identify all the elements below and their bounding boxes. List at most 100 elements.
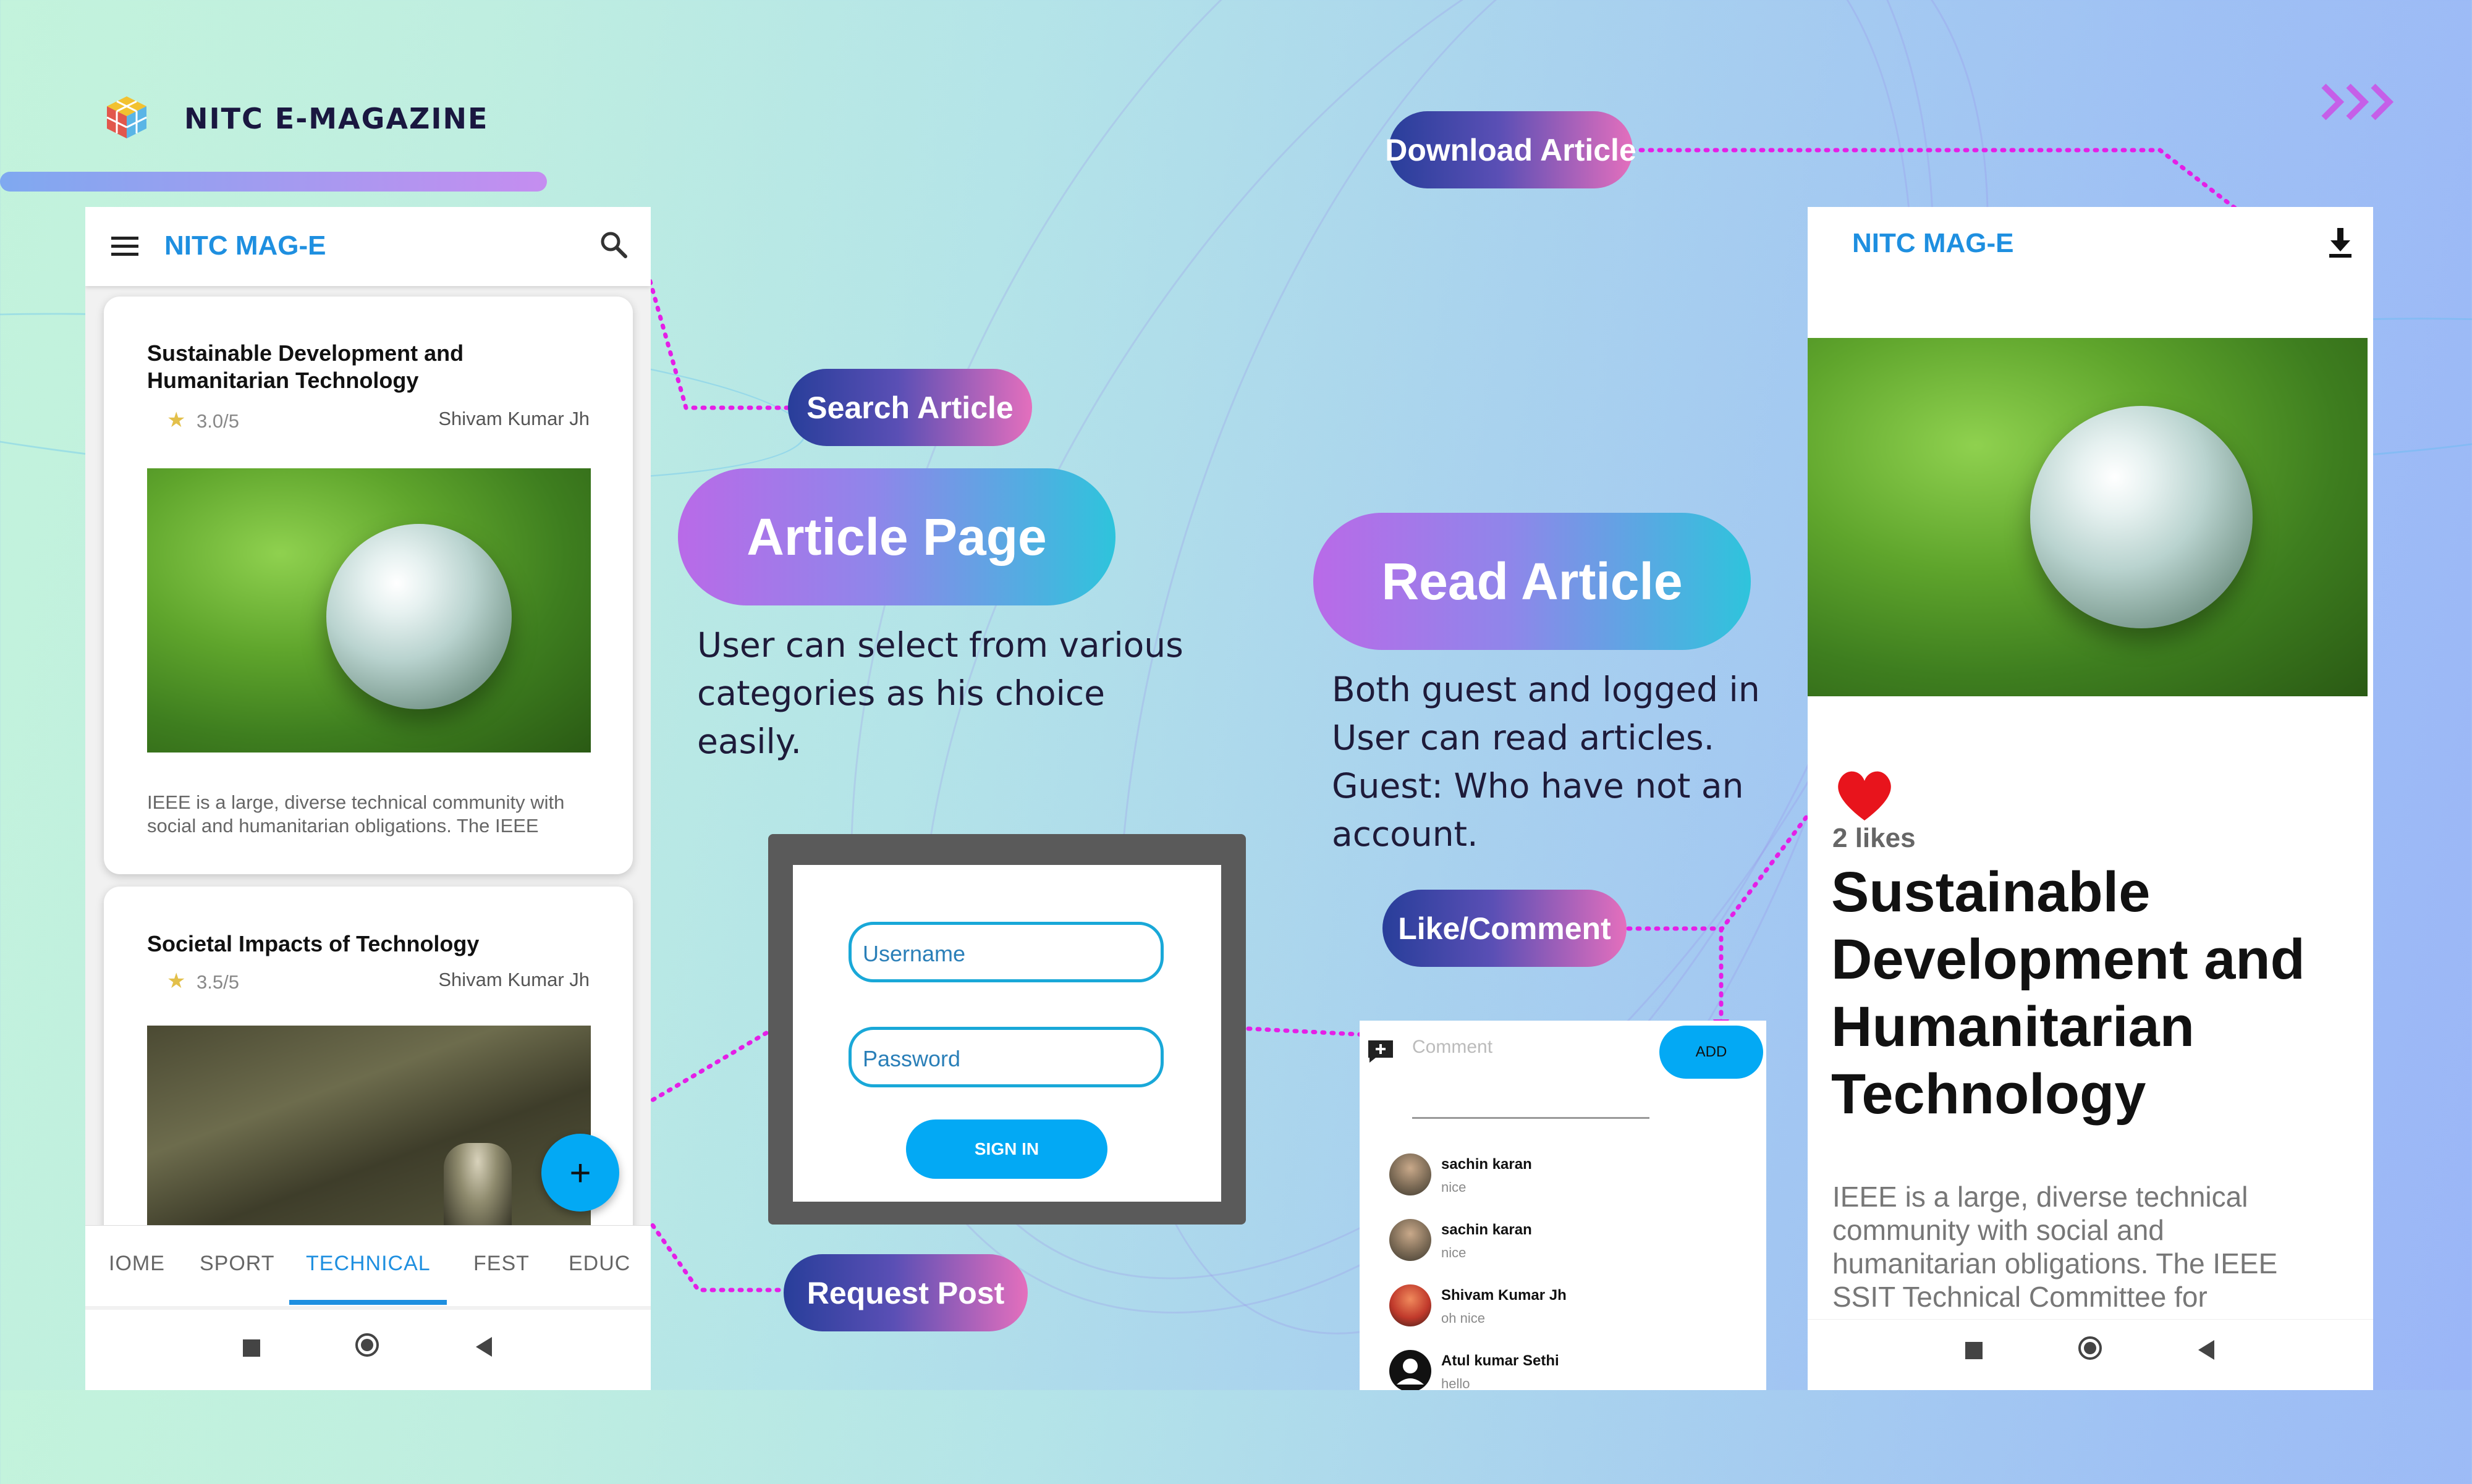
comment-author: sachin karan — [1441, 1156, 1532, 1173]
article-body: IEEE is a large, diverse technical commu… — [1832, 1180, 2277, 1313]
read-article-label: Read Article — [1313, 513, 1751, 650]
sign-in-button[interactable]: SIGN IN — [906, 1119, 1107, 1179]
tab-sport[interactable]: SPORT — [200, 1252, 275, 1276]
description-line: User can select from various — [697, 625, 1183, 665]
login-dialog-frame: Username Password SIGN IN — [768, 834, 1246, 1225]
description-line: categories as his choice — [697, 673, 1105, 713]
description-line: easily. — [697, 722, 802, 761]
description-line: Guest: Who have not an — [1332, 766, 1744, 806]
article-title-line: Technology — [1831, 1063, 2146, 1126]
description-line: account. — [1332, 814, 1478, 854]
comment-item: Shivam Kumar Jh oh nice — [1360, 1278, 1755, 1346]
recents-icon[interactable] — [1965, 1342, 1983, 1359]
comment-text: hello — [1441, 1376, 1470, 1390]
excerpt-line: IEEE is a large, diverse technical commu… — [147, 791, 565, 813]
comment-item: sachin karan nice — [1360, 1213, 1755, 1281]
add-post-button[interactable]: + — [541, 1134, 619, 1212]
password-field[interactable]: Password — [849, 1027, 1164, 1087]
person-silhouette — [444, 1143, 512, 1236]
likes-count: 2 likes — [1832, 823, 1916, 853]
globe-graphic — [2030, 406, 2253, 628]
article-card[interactable]: Societal Impacts of Technology ★ 3.5/5 S… — [104, 887, 633, 1282]
comment-input[interactable]: Comment — [1412, 1037, 1492, 1058]
app-title: NITC MAG-E — [1852, 228, 2014, 258]
back-icon[interactable] — [476, 1337, 492, 1357]
avatar — [1389, 1219, 1431, 1261]
app-bar: NITC MAG-E — [85, 207, 651, 286]
comment-underline — [1412, 1117, 1649, 1119]
default-avatar-icon — [1389, 1350, 1431, 1390]
active-tab-indicator — [289, 1300, 447, 1305]
tab-fest[interactable]: FEST — [473, 1252, 530, 1276]
star-icon: ★ — [167, 969, 186, 993]
download-icon[interactable] — [2326, 226, 2355, 260]
home-icon[interactable] — [2078, 1336, 2102, 1360]
add-comment-button[interactable]: ADD — [1659, 1026, 1763, 1079]
username-placeholder: Username — [863, 941, 966, 966]
comment-author: Atul kumar Sethi — [1441, 1352, 1559, 1369]
article-card[interactable]: Sustainable Development and Humanitarian… — [104, 297, 633, 874]
like-comment-label: Like/Comment — [1382, 890, 1627, 967]
article-author: Shivam Kumar Jh — [438, 969, 590, 990]
article-body-line: community with social and — [1832, 1214, 2164, 1246]
article-hero-image — [1808, 338, 2368, 696]
password-placeholder: Password — [863, 1046, 961, 1071]
system-nav-bar — [85, 1310, 651, 1390]
article-page-description: User can select from various categories … — [697, 621, 1183, 765]
comment-author: Shivam Kumar Jh — [1441, 1287, 1567, 1304]
article-body-line: SSIT Technical Committee for — [1832, 1281, 2207, 1313]
download-article-label: Download Article — [1385, 111, 1636, 188]
globe-graphic — [326, 524, 512, 709]
tab-home[interactable]: IOME — [109, 1252, 165, 1276]
phone-article-list: NITC MAG-E Sustainable Development and H… — [85, 207, 651, 1390]
read-article-description: Both guest and logged in User can read a… — [1332, 665, 1760, 858]
system-nav-bar — [1808, 1319, 2373, 1390]
tab-technical[interactable]: TECHNICAL — [306, 1252, 431, 1276]
article-rating: 3.5/5 — [197, 971, 239, 993]
search-icon[interactable] — [598, 229, 629, 260]
comment-item: sachin karan nice — [1360, 1147, 1755, 1215]
description-line: Both guest and logged in — [1332, 670, 1760, 709]
description-line: User can read articles. — [1332, 718, 1715, 757]
article-image — [147, 468, 591, 753]
menu-icon[interactable] — [110, 234, 140, 259]
excerpt-line: social and humanitarian obligations. The… — [147, 815, 539, 837]
comment-text: nice — [1441, 1245, 1467, 1260]
home-icon[interactable] — [355, 1333, 379, 1357]
avatar — [1389, 1284, 1431, 1326]
comment-author: sachin karan — [1441, 1221, 1532, 1238]
comment-text: nice — [1441, 1179, 1467, 1195]
article-title: Sustainable Development and Humanitarian… — [147, 340, 464, 394]
category-tabs: IOME SPORT TECHNICAL FEST EDUC — [85, 1225, 651, 1306]
article-title-line: Humanitarian — [1831, 995, 2195, 1058]
back-icon[interactable] — [2198, 1340, 2214, 1360]
star-icon: ★ — [167, 408, 186, 432]
article-page-label: Article Page — [678, 468, 1115, 605]
app-title: NITC MAG-E — [164, 230, 326, 261]
article-body-line: humanitarian obligations. The IEEE — [1832, 1247, 2278, 1280]
article-body-line: IEEE is a large, diverse technical — [1832, 1181, 2248, 1213]
article-title-line: Sustainable — [1831, 861, 2151, 924]
search-article-label: Search Article — [788, 369, 1032, 446]
comments-panel: Comment ADD sachin karan nice sachin kar… — [1360, 1021, 1766, 1390]
heart-icon[interactable] — [1834, 766, 1895, 825]
article-image — [147, 1026, 591, 1236]
comment-item: Atul kumar Sethi hello — [1360, 1344, 1755, 1390]
tab-education[interactable]: EDUC — [569, 1252, 630, 1276]
login-dialog: Username Password SIGN IN — [793, 865, 1221, 1202]
article-title: Sustainable Development and Humanitarian… — [1831, 859, 2305, 1128]
recents-icon[interactable] — [243, 1339, 260, 1357]
request-post-label: Request Post — [784, 1254, 1028, 1331]
avatar — [1389, 1153, 1431, 1195]
article-title-line: Development and — [1831, 928, 2305, 991]
article-title: Societal Impacts of Technology — [147, 931, 480, 956]
article-author: Shivam Kumar Jh — [438, 408, 590, 429]
article-excerpt: IEEE is a large, diverse technical commu… — [147, 791, 564, 838]
article-title-line: Sustainable Development and — [147, 340, 464, 366]
phone-article-reader: NITC MAG-E 2 likes Sustainable Developme… — [1808, 207, 2373, 1390]
username-field[interactable]: Username — [849, 922, 1164, 982]
article-title-line: Humanitarian Technology — [147, 368, 419, 393]
article-rating: 3.0/5 — [197, 410, 239, 432]
add-comment-icon — [1367, 1039, 1394, 1064]
comment-text: oh nice — [1441, 1310, 1485, 1326]
